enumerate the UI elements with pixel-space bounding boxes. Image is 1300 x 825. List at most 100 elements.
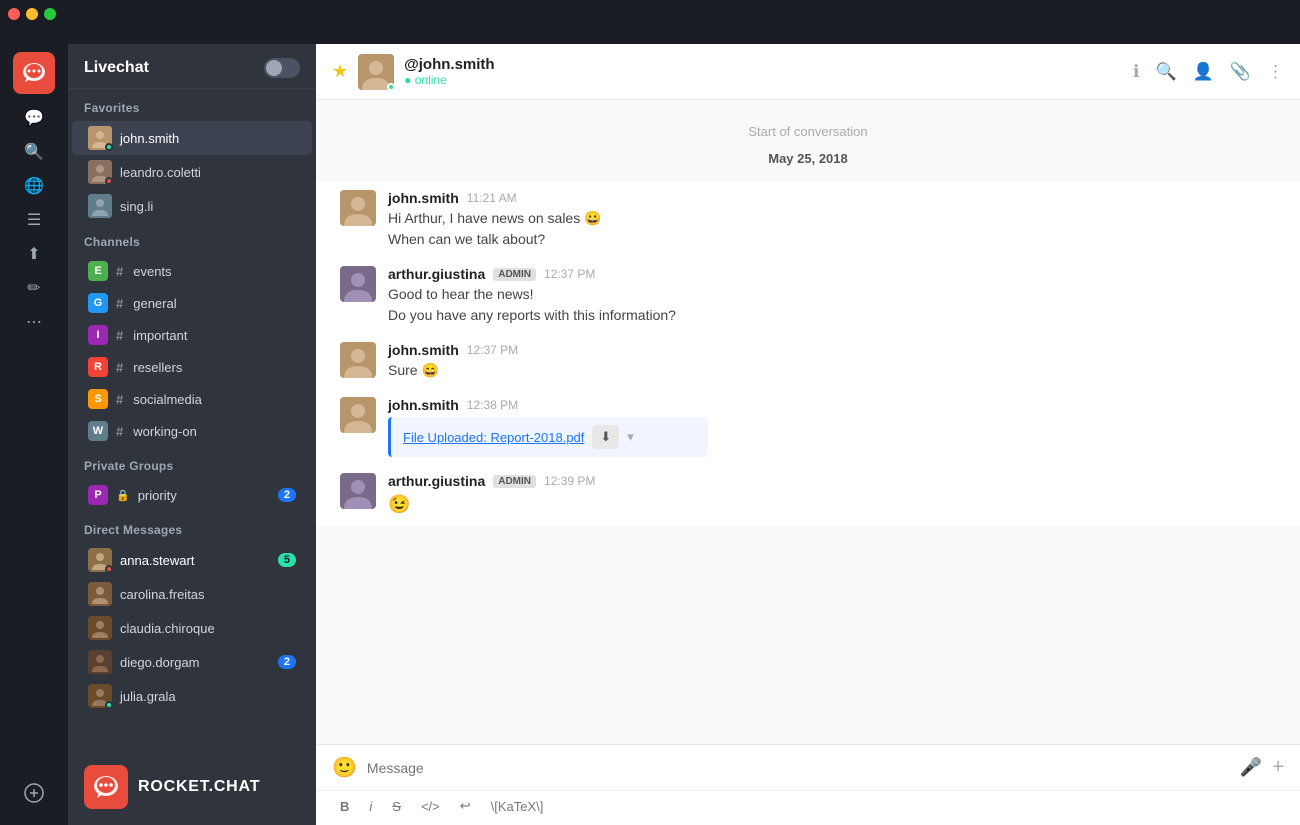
sidebar-item-diego[interactable]: diego.dorgam 2	[72, 645, 312, 679]
conversation-start-text: Start of conversation	[316, 100, 1300, 147]
unread-badge-diego: 2	[278, 655, 296, 669]
message-text: Sure 😄	[388, 360, 1276, 381]
channel-icon-socialmedia: S	[88, 389, 108, 409]
sidebar-item-general[interactable]: G # general	[72, 287, 312, 319]
message-time: 12:37 PM	[467, 343, 518, 357]
messages-area[interactable]: Start of conversation May 25, 2018 john.…	[316, 100, 1300, 744]
file-more-button[interactable]: ▾	[627, 429, 634, 445]
message-header: arthur.giustina Admin 12:37 PM	[388, 266, 1276, 282]
message-author: john.smith	[388, 190, 459, 206]
unread-badge-priority: 2	[278, 488, 296, 502]
channel-icon-important: I	[88, 325, 108, 345]
nav-sort-icon[interactable]: ⬆	[13, 238, 55, 270]
sidebar-item-priority[interactable]: P 🔒 priority 2	[72, 479, 312, 511]
sidebar-item-important[interactable]: I # important	[72, 319, 312, 351]
admin-badge: Admin	[493, 268, 536, 281]
format-bold-button[interactable]: B	[332, 796, 357, 817]
emoji-picker-button[interactable]: 🙂	[332, 755, 357, 780]
format-bar: B i S </> ↩ \[KaTeX\]	[316, 790, 1300, 825]
sidebar-item-anna-stewart[interactable]: anna.stewart 5	[72, 543, 312, 577]
channel-icon-resellers: R	[88, 357, 108, 377]
sidebar-item-sing-li[interactable]: sing.li	[72, 189, 312, 223]
format-quote-button[interactable]: ↩	[452, 795, 479, 817]
sidebar-item-claudia[interactable]: claudia.chiroque	[72, 611, 312, 645]
avatar-claudia	[88, 616, 112, 640]
nav-more-icon[interactable]: ⋯	[13, 306, 55, 338]
chat-status: ● online	[404, 73, 1123, 87]
more-options-icon[interactable]: ⋮	[1267, 62, 1284, 82]
message-content: arthur.giustina Admin 12:39 PM 😉	[388, 473, 1276, 518]
star-favorite-icon[interactable]: ★	[332, 61, 348, 82]
add-workspace-icon[interactable]	[13, 777, 55, 809]
lock-icon: 🔒	[116, 489, 130, 502]
message-header: john.smith 11:21 AM	[388, 190, 1276, 206]
format-italic-button[interactable]: i	[361, 796, 380, 817]
file-download-button[interactable]: ⬇	[592, 425, 619, 449]
avatar-sing	[88, 194, 112, 218]
channel-icon-events: E	[88, 261, 108, 281]
sidebar-item-events[interactable]: E # events	[72, 255, 312, 287]
message-content: john.smith 11:21 AM Hi Arthur, I have ne…	[388, 190, 1276, 250]
message-time: 12:39 PM	[544, 474, 595, 488]
message-group: john.smith 12:38 PM File Uploaded: Repor…	[316, 389, 1300, 465]
message-avatar	[340, 342, 376, 378]
channel-name-resellers: resellers	[133, 360, 296, 375]
sidebar: Livechat Favorites john.smith	[68, 44, 316, 825]
sidebar-item-socialmedia[interactable]: S # socialmedia	[72, 383, 312, 415]
favorites-item-label: leandro.coletti	[120, 165, 296, 180]
message-input[interactable]	[367, 756, 1230, 780]
file-name[interactable]: File Uploaded: Report-2018.pdf	[403, 430, 584, 445]
livechat-toggle[interactable]	[264, 58, 300, 78]
favorites-section-label: Favorites	[68, 89, 316, 121]
anna-status-dot	[105, 565, 112, 572]
channel-name-important: important	[133, 328, 296, 343]
add-attachment-button[interactable]: +	[1272, 756, 1284, 779]
chat-header: ★ @john.smith ● online ℹ 🔍 👤	[316, 44, 1300, 100]
sidebar-item-john-smith[interactable]: john.smith	[72, 121, 312, 155]
sidebar-footer: ROCKET.CHAT	[68, 749, 316, 825]
sidebar-item-carolina[interactable]: carolina.freitas	[72, 577, 312, 611]
format-katex-button[interactable]: \[KaTeX\]	[483, 796, 552, 817]
channel-icon-priority: P	[88, 485, 108, 505]
admin-badge: Admin	[493, 475, 536, 488]
attach-icon[interactable]: 📎	[1230, 62, 1251, 82]
maximize-button[interactable]	[44, 8, 56, 20]
members-icon[interactable]: 👤	[1193, 62, 1214, 82]
top-bar	[0, 0, 1300, 44]
nav-search-icon[interactable]: 🔍	[13, 136, 55, 168]
avatar-anna	[88, 548, 112, 572]
format-strike-button[interactable]: S	[384, 796, 409, 817]
message-author: arthur.giustina	[388, 473, 485, 489]
message-avatar	[340, 190, 376, 226]
channel-name-events: events	[133, 264, 296, 279]
close-button[interactable]	[8, 8, 20, 20]
info-icon[interactable]: ℹ	[1133, 62, 1139, 82]
nav-chat-icon[interactable]: 💬	[13, 102, 55, 134]
channels-section-label: Channels	[68, 223, 316, 255]
nav-list-icon[interactable]: ☰	[13, 204, 55, 236]
channel-icon-general: G	[88, 293, 108, 313]
nav-globe-icon[interactable]: 🌐	[13, 170, 55, 202]
favorites-item-label: john.smith	[120, 131, 296, 146]
chat-username: @john.smith	[404, 56, 1123, 73]
message-group: arthur.giustina Admin 12:37 PM Good to h…	[316, 258, 1300, 334]
nav-edit-icon[interactable]: ✏	[13, 272, 55, 304]
format-code-button[interactable]: </>	[413, 796, 448, 817]
message-avatar	[340, 397, 376, 433]
avatar-julia	[88, 684, 112, 708]
avatar-diego	[88, 650, 112, 674]
minimize-button[interactable]	[26, 8, 38, 20]
sidebar-item-working-on[interactable]: W # working-on	[72, 415, 312, 447]
message-header: arthur.giustina Admin 12:39 PM	[388, 473, 1276, 489]
favorites-item-label: sing.li	[120, 199, 296, 214]
direct-messages-section-label: Direct Messages	[68, 511, 316, 543]
message-group: arthur.giustina Admin 12:39 PM 😉	[316, 465, 1300, 526]
sidebar-item-julia[interactable]: julia.grala	[72, 679, 312, 713]
sidebar-item-resellers[interactable]: R # resellers	[72, 351, 312, 383]
header-status-dot	[387, 83, 394, 90]
rocket-chat-logo-icon	[21, 60, 47, 86]
microphone-button[interactable]: 🎤	[1240, 757, 1262, 778]
channel-name-general: general	[133, 296, 296, 311]
sidebar-item-leandro-coletti[interactable]: leandro.coletti	[72, 155, 312, 189]
search-messages-icon[interactable]: 🔍	[1155, 62, 1176, 82]
